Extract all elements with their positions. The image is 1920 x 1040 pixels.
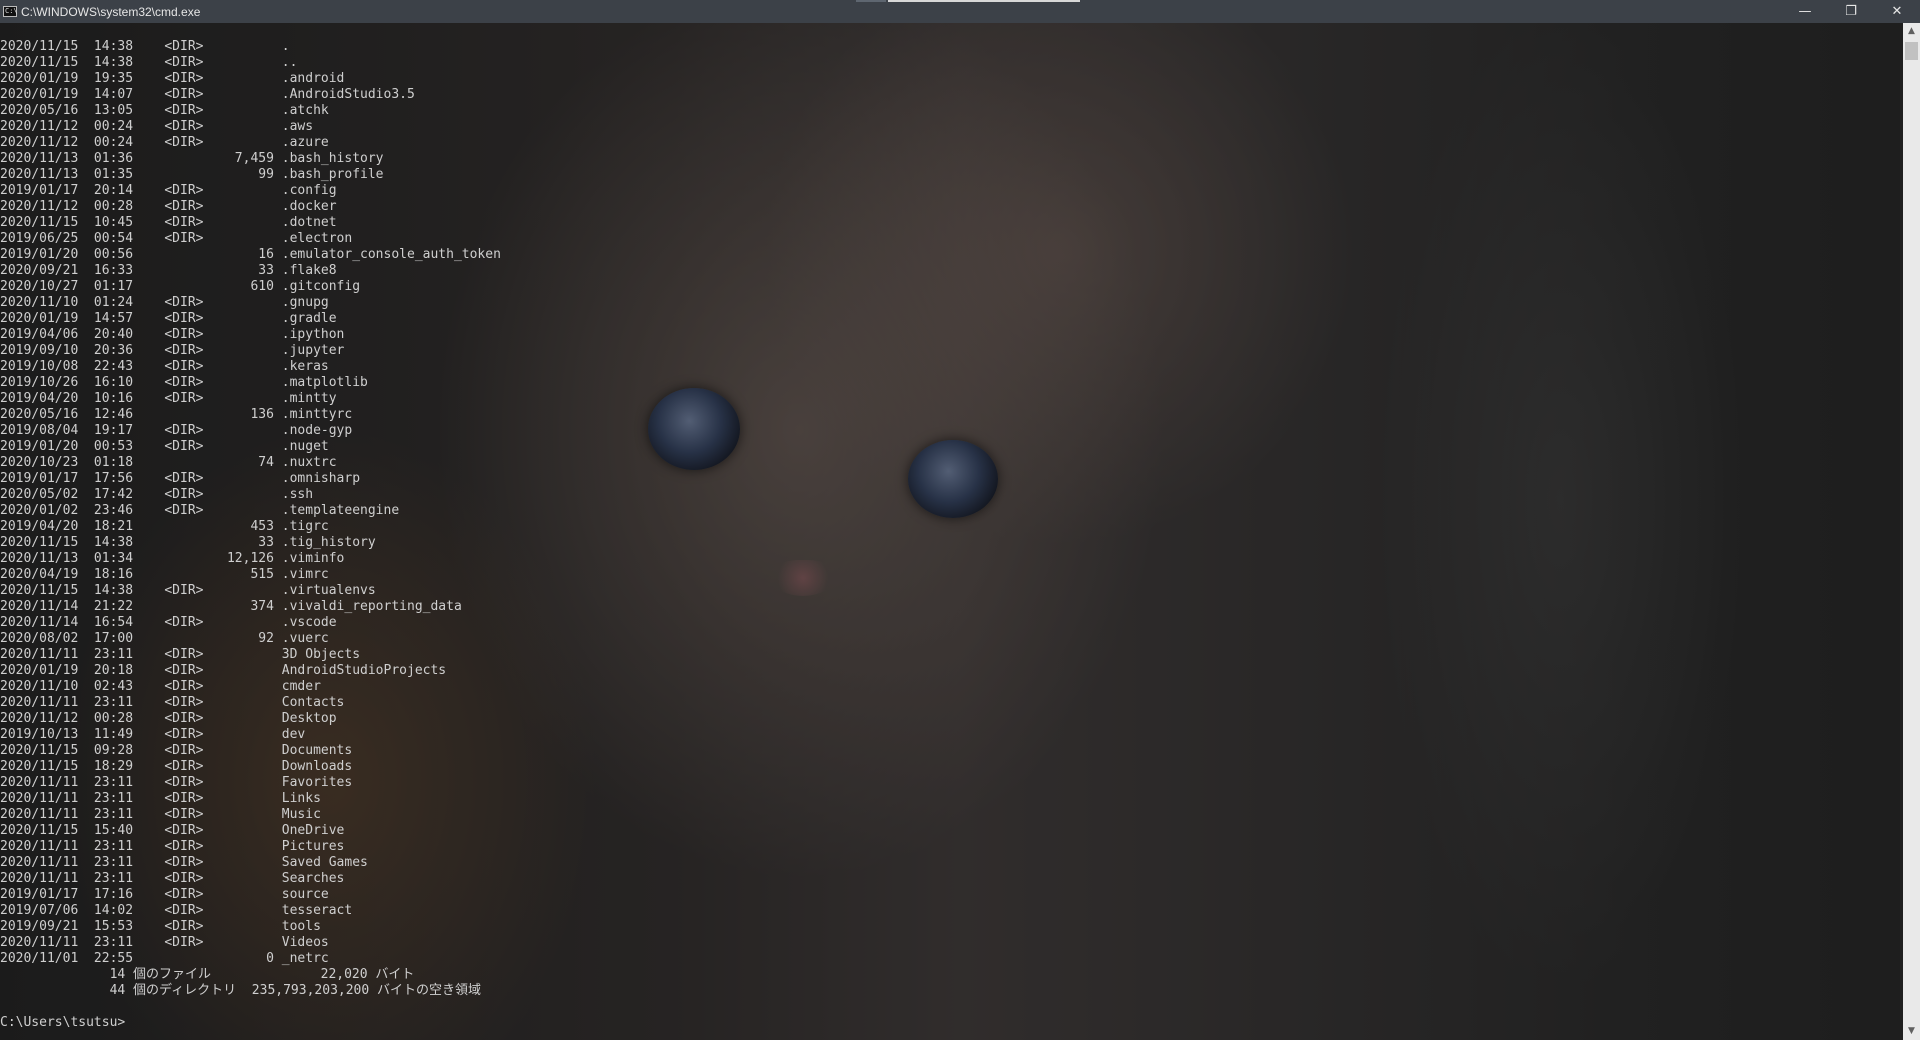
listing-row: 2020/11/11 23:11 <DIR> 3D Objects	[0, 647, 361, 662]
listing-row: 2020/11/11 23:11 <DIR> Saved Games	[0, 855, 368, 870]
listing-row: 2020/01/19 20:18 <DIR> AndroidStudioProj…	[0, 663, 447, 678]
scroll-down-arrow-icon[interactable]: ▼	[1903, 1023, 1920, 1040]
listing-row: 2019/10/13 11:49 <DIR> dev	[0, 727, 306, 742]
vertical-scrollbar[interactable]: ▲ ▼	[1903, 23, 1920, 1040]
console-icon[interactable]: C:\	[3, 6, 18, 17]
command-prompt[interactable]: C:\Users\tsutsu>	[0, 1015, 1900, 1031]
listing-row: 2019/01/17 20:14 <DIR> .config	[0, 183, 337, 198]
restore-button[interactable]: ❐	[1828, 0, 1874, 23]
listing-row: 2020/11/13 01:35 99 .bash_profile	[0, 167, 384, 182]
window-title: C:\WINDOWS\system32\cmd.exe	[21, 4, 201, 19]
listing-row: 2020/11/15 09:28 <DIR> Documents	[0, 743, 353, 758]
listing-row: 2019/09/10 20:36 <DIR> .jupyter	[0, 343, 345, 358]
listing-row: 2019/10/08 22:43 <DIR> .keras	[0, 359, 329, 374]
listing-row: 2020/11/11 23:11 <DIR> Pictures	[0, 839, 345, 854]
listing-row: 2019/04/20 10:16 <DIR> .mintty	[0, 391, 337, 406]
listing-row: 2019/01/17 17:56 <DIR> .omnisharp	[0, 471, 361, 486]
listing-row: 2020/11/15 14:38 33 .tig_history	[0, 535, 376, 550]
listing-row: 2019/10/26 16:10 <DIR> .matplotlib	[0, 375, 368, 390]
listing-row: 2020/11/10 01:24 <DIR> .gnupg	[0, 295, 329, 310]
listing-row: 2020/10/27 01:17 610 .gitconfig	[0, 279, 361, 294]
listing-row: 2020/11/13 01:34 12,126 .viminfo	[0, 551, 345, 566]
listing-row: 2020/01/02 23:46 <DIR> .templateengine	[0, 503, 400, 518]
listing-row: 2020/11/12 00:24 <DIR> .azure	[0, 135, 329, 150]
listing-row: 2020/11/15 14:38 <DIR> .virtualenvs	[0, 583, 376, 598]
listing-row: 2020/11/11 23:11 <DIR> Searches	[0, 871, 345, 886]
listing-row: 2020/05/16 13:05 <DIR> .atchk	[0, 103, 329, 118]
title-bar[interactable]: C:\ C:\WINDOWS\system32\cmd.exe — ❐ ✕	[0, 0, 1920, 23]
directory-listing: 2020/11/15 14:38 <DIR> . 2020/11/15 14:38…	[0, 39, 1900, 967]
listing-row: 2020/11/11 23:11 <DIR> Music	[0, 807, 321, 822]
listing-row: 2020/11/15 14:38 <DIR> ..	[0, 55, 298, 70]
listing-row: 2020/11/12 00:28 <DIR> Desktop	[0, 711, 337, 726]
console-output[interactable]: 2020/11/15 14:38 <DIR> . 2020/11/15 14:38…	[0, 39, 1900, 1039]
listing-row: 2020/10/23 01:18 74 .nuxtrc	[0, 455, 337, 470]
listing-row: 2020/11/15 15:40 <DIR> OneDrive	[0, 823, 345, 838]
taskbar-indicator	[888, 0, 1080, 2]
listing-row: 2019/04/06 20:40 <DIR> .ipython	[0, 327, 345, 342]
listing-row: 2020/11/15 10:45 <DIR> .dotnet	[0, 215, 337, 230]
listing-row: 2020/11/13 01:36 7,459 .bash_history	[0, 151, 384, 166]
listing-row: 2020/11/12 00:28 <DIR> .docker	[0, 199, 337, 214]
listing-row: 2020/04/19 18:16 515 .vimrc	[0, 567, 329, 582]
listing-row: 2020/08/02 17:00 92 .vuerc	[0, 631, 329, 646]
listing-row: 2020/09/21 16:33 33 .flake8	[0, 263, 337, 278]
listing-row: 2020/05/16 12:46 136 .minttyrc	[0, 407, 353, 422]
listing-row: 2020/11/12 00:24 <DIR> .aws	[0, 119, 314, 134]
listing-row: 2020/11/11 23:11 <DIR> Videos	[0, 935, 329, 950]
listing-row: 2019/01/20 00:53 <DIR> .nuget	[0, 439, 329, 454]
scroll-thumb[interactable]	[1905, 42, 1918, 60]
listing-row: 2019/04/20 18:21 453 .tigrc	[0, 519, 329, 534]
listing-row: 2020/11/10 02:43 <DIR> cmder	[0, 679, 321, 694]
taskbar-indicator-left	[856, 0, 886, 2]
listing-row: 2019/07/06 14:02 <DIR> tesseract	[0, 903, 353, 918]
listing-row: 2020/11/11 23:11 <DIR> Contacts	[0, 695, 345, 710]
listing-row: 2019/01/20 00:56 16 .emulator_console_au…	[0, 247, 501, 262]
listing-row: 2020/11/11 23:11 <DIR> Favorites	[0, 775, 353, 790]
listing-row: 2020/11/15 18:29 <DIR> Downloads	[0, 759, 353, 774]
listing-row: 2019/01/17 17:16 <DIR> source	[0, 887, 329, 902]
listing-row: 2019/08/04 19:17 <DIR> .node-gyp	[0, 423, 353, 438]
listing-row: 2020/05/02 17:42 <DIR> .ssh	[0, 487, 314, 502]
summary-files-line: 14 個のファイル 22,020 バイト	[0, 967, 415, 982]
listing-row: 2019/09/21 15:53 <DIR> tools	[0, 919, 321, 934]
listing-row: 2020/01/19 14:07 <DIR> .AndroidStudio3.5	[0, 87, 415, 102]
close-button[interactable]: ✕	[1874, 0, 1920, 23]
listing-row: 2020/01/19 14:57 <DIR> .gradle	[0, 311, 337, 326]
window-controls: — ❐ ✕	[1782, 0, 1920, 23]
listing-row: 2020/11/15 14:38 <DIR> .	[0, 39, 290, 54]
listing-row: 2019/06/25 00:54 <DIR> .electron	[0, 231, 353, 246]
minimize-button[interactable]: —	[1782, 0, 1828, 23]
listing-row: 2020/11/01 22:55 0 _netrc	[0, 951, 329, 966]
summary-dirs-line: 44 個のディレクトリ 235,793,203,200 バイトの空き領域	[0, 983, 482, 998]
listing-row: 2020/11/11 23:11 <DIR> Links	[0, 791, 321, 806]
scroll-up-arrow-icon[interactable]: ▲	[1903, 23, 1920, 40]
listing-row: 2020/01/19 19:35 <DIR> .android	[0, 71, 345, 86]
listing-row: 2020/11/14 21:22 374 .vivaldi_reporting_…	[0, 599, 462, 614]
listing-row: 2020/11/14 16:54 <DIR> .vscode	[0, 615, 337, 630]
